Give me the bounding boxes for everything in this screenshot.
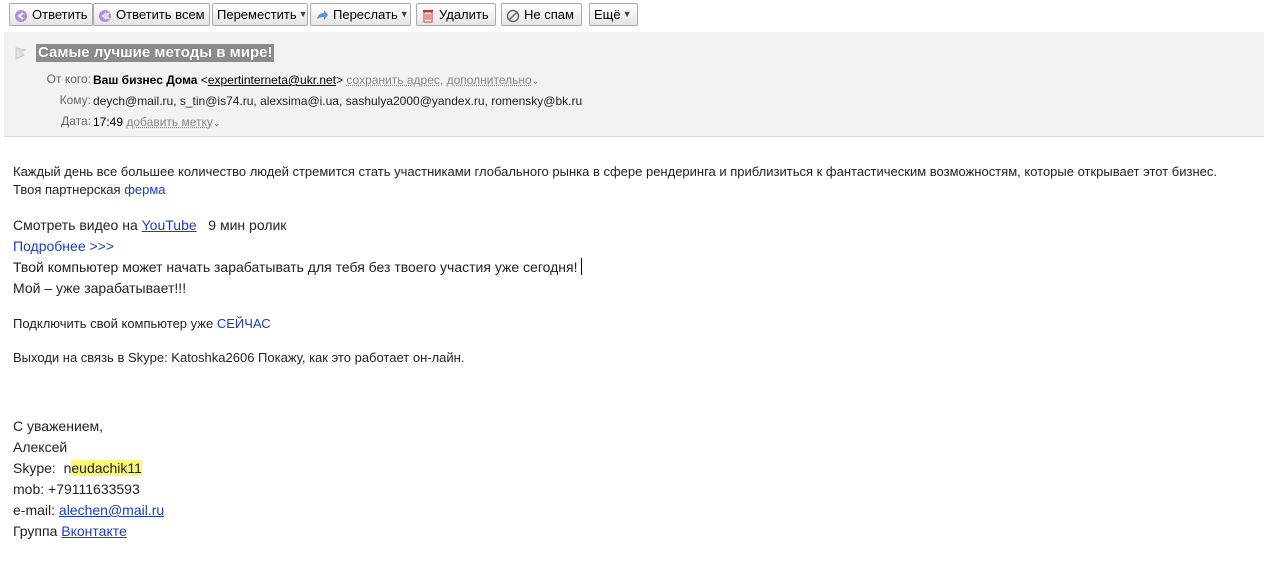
recipients: deych@mail.ru, s_tin@is74.ru, alexsima@i…	[93, 94, 583, 108]
trash-icon	[421, 8, 435, 22]
email-link[interactable]: alechen@mail.ru	[59, 502, 164, 518]
reply-button[interactable]: Ответить	[9, 3, 93, 26]
youtube-link[interactable]: YouTube	[142, 217, 197, 233]
more-link[interactable]: Подробнее >>>	[13, 238, 114, 254]
mine-line: Мой – уже зарабатывает!!!	[13, 280, 187, 296]
connect-line: Подключить свой компьютер уже СЕЙЧАС	[13, 316, 271, 331]
not-spam-icon	[506, 8, 520, 22]
sender-name: Ваш бизнес Дома	[93, 73, 198, 87]
save-address-link[interactable]: сохранить адрес	[346, 73, 439, 87]
vkontakte-link[interactable]: Вконтакте	[61, 523, 127, 539]
date-row: 17:49 добавить метку⌄	[93, 114, 220, 131]
chevron-down-icon[interactable]: ⌄	[213, 118, 221, 128]
move-button[interactable]: Переместить ▼	[212, 3, 308, 26]
flag-icon[interactable]	[14, 46, 28, 60]
add-tag-link[interactable]: добавить метку	[126, 115, 213, 129]
to-label: Кому:	[59, 93, 91, 107]
more-line: Подробнее >>>	[13, 237, 114, 255]
body-line: Твоя партнерская ферма	[13, 182, 166, 197]
more-info-link[interactable]: дополнительно	[447, 73, 532, 87]
more-button[interactable]: Ещё ▼	[589, 3, 638, 26]
sender-email[interactable]: expertinterneta@ukr.net	[208, 73, 336, 87]
from-label: От кого:	[46, 72, 91, 86]
message-subject: Самые лучшие методы в мире!	[36, 44, 275, 62]
skype-line: Выходи на связь в Skype: Katoshka2606 По…	[13, 350, 465, 365]
chevron-down-icon: ▼	[622, 9, 632, 19]
farm-link[interactable]: ферма	[124, 182, 165, 197]
earn-line: Твой компьютер может начать зарабатывать…	[13, 258, 583, 276]
reply-all-icon	[98, 8, 112, 22]
message-header: Самые лучшие методы в мире! От кого: Ваш…	[4, 32, 1264, 137]
chevron-down-icon[interactable]: ⌄	[532, 76, 540, 86]
signature-email: e-mail: alechen@mail.ru	[13, 502, 165, 518]
regards-line: С уважением,	[13, 418, 104, 434]
message-time: 17:49	[93, 115, 124, 129]
signature-skype: Skype: neudachik11	[13, 460, 142, 476]
signature-mob: mob: +79111633593	[13, 481, 140, 497]
signature-group: Группа Вконтакте	[13, 523, 127, 539]
reply-icon	[14, 8, 28, 22]
signature-name: Алексей	[13, 439, 68, 455]
delete-button[interactable]: Удалить	[416, 3, 496, 26]
date-label: Дата:	[61, 114, 91, 128]
forward-button[interactable]: Переслать ▼	[310, 3, 411, 26]
not-spam-button[interactable]: Не спам	[501, 3, 582, 26]
body-paragraph: Каждый день все большее количество людей…	[13, 164, 1217, 179]
video-line: Смотреть видео на YouTube 9 мин ролик	[13, 217, 287, 233]
skype-highlight: eudachik11	[71, 460, 142, 476]
from-row: Ваш бизнес Дома <expertinterneta@ukr.net…	[93, 73, 540, 87]
chevron-down-icon: ▼	[399, 9, 409, 19]
now-link[interactable]: СЕЙЧАС	[217, 316, 271, 331]
forward-icon	[315, 8, 329, 22]
reply-all-button[interactable]: Ответить всем	[93, 3, 210, 26]
text-cursor	[581, 258, 583, 275]
chevron-down-icon: ▼	[298, 9, 308, 19]
toolbar: Ответить Ответить всем Переместить ▼ Пер…	[0, 0, 1264, 32]
